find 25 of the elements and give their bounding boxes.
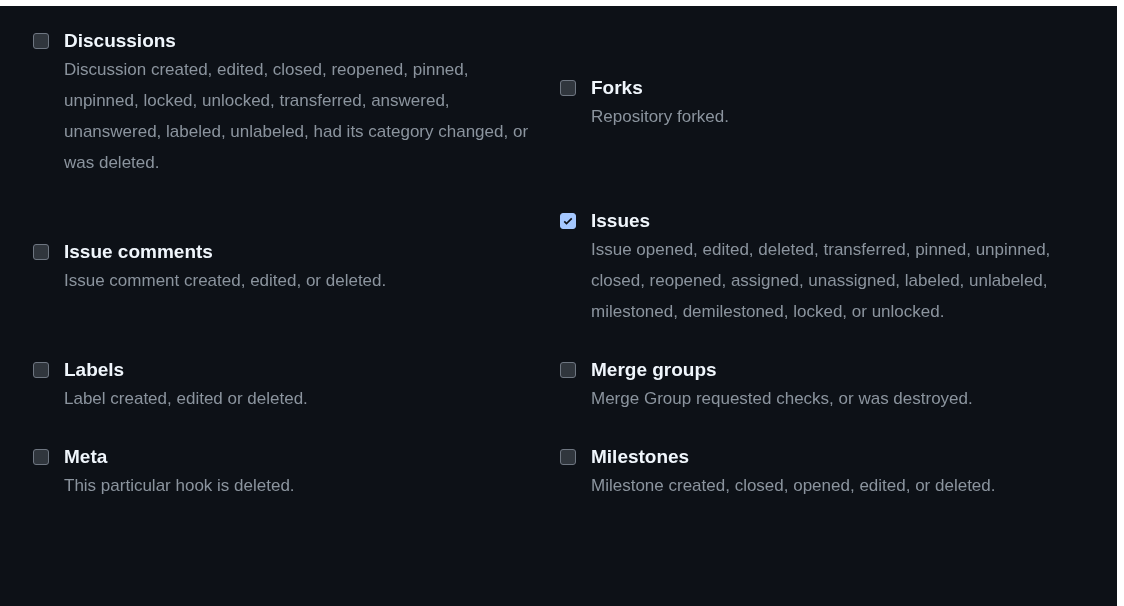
checkbox[interactable]	[560, 362, 576, 378]
event-description: Discussion created, edited, closed, reopened, pinned, unpinned, locked, unlocked, transferred, answered, unanswered, labeled, unlabeled, had its category changed, or was deleted.	[64, 59, 530, 174]
event-label: Issue comments	[64, 240, 214, 264]
event-description: Repository forked.	[591, 105, 729, 128]
event-description: Issue opened, edited, deleted, transferred, pinned, unpinned, closed, reopened, assigned, unassigned, labeled, unlabeled, milestoned, demilestoned, locked, or unlocked.	[591, 239, 1052, 323]
checkbox[interactable]	[560, 79, 576, 96]
event-label: Meta	[64, 445, 109, 469]
checkbox[interactable]	[560, 213, 576, 229]
event-description: Label created, edited or deleted.	[64, 388, 308, 410]
checkbox[interactable]	[33, 449, 49, 465]
event-description: This particular hook is deleted.	[64, 475, 295, 497]
checkbox[interactable]	[33, 33, 49, 49]
event-label: Issues	[591, 209, 652, 233]
event-description: Milestone created, closed, opened, edited, or deleted.	[591, 475, 996, 497]
event-label: Merge groups	[591, 358, 718, 382]
event-description: Merge Group requested checks, or was destroyed.	[591, 388, 973, 410]
event-description: Issue comment created, edited, or deleted.	[64, 270, 387, 292]
checkbox[interactable]	[33, 362, 49, 378]
checkbox[interactable]	[33, 244, 49, 260]
check-icon	[562, 215, 574, 227]
checkbox[interactable]	[560, 449, 576, 465]
event-label: Milestones	[591, 445, 691, 469]
event-label: Discussions	[64, 29, 177, 53]
event-label: Forks	[591, 75, 644, 100]
event-label: Labels	[64, 358, 126, 382]
